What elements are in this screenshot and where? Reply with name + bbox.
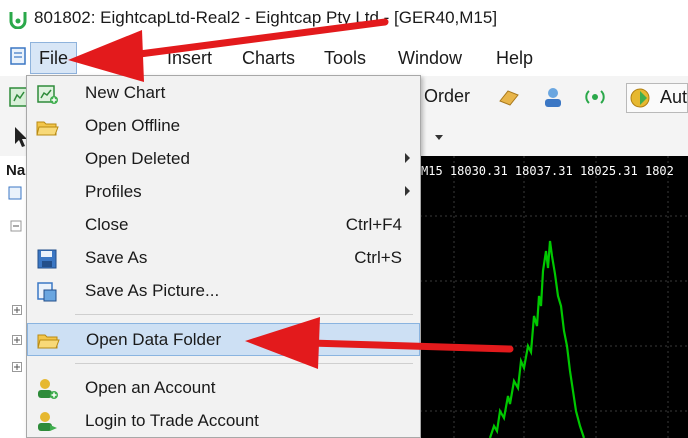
menu-item-save-as-picture[interactable]: Save As Picture... xyxy=(27,275,420,308)
account-icon[interactable] xyxy=(540,85,566,109)
tree-node-icon[interactable] xyxy=(8,186,22,200)
menu-item-label: Save As xyxy=(85,248,148,267)
navigator-label: Na xyxy=(6,162,26,179)
menu-item-shortcut: Ctrl+F4 xyxy=(345,215,402,234)
menu-item-label: Open Deleted xyxy=(85,149,190,168)
menu-item-save-as[interactable]: Save As Ctrl+S xyxy=(27,242,420,275)
file-menu-dropdown: New Chart Open Offline Open Deleted Prof… xyxy=(26,75,421,438)
menu-bar: File Insert Charts Tools Window Help xyxy=(0,41,688,75)
menu-window[interactable]: Window xyxy=(398,48,462,69)
price-chart[interactable] xyxy=(420,156,688,438)
login-icon xyxy=(38,412,57,431)
menu-item-login-trade-account[interactable]: Login to Trade Account xyxy=(27,405,420,438)
tree-expand-icon[interactable] xyxy=(12,362,22,372)
menu-item-label: Save As Picture... xyxy=(85,281,220,300)
gold-icon[interactable] xyxy=(496,85,522,109)
save-picture-icon xyxy=(37,282,57,302)
menu-item-label: Close xyxy=(85,215,129,234)
menu-item-profiles[interactable]: Profiles xyxy=(27,176,420,209)
menu-item-open-account[interactable]: Open an Account xyxy=(27,372,420,405)
new-chart-icon xyxy=(37,85,58,104)
chart-ohlc-header: M15 18030.31 18037.31 18025.31 1802 xyxy=(421,164,674,178)
menu-separator xyxy=(75,314,413,315)
menu-insert[interactable]: Insert xyxy=(167,48,212,69)
menu-tools[interactable]: Tools xyxy=(324,48,366,69)
save-icon xyxy=(37,249,57,269)
menu-item-open-offline[interactable]: Open Offline xyxy=(27,110,420,143)
price-line xyxy=(488,240,586,438)
tree-expand-icon[interactable] xyxy=(12,335,22,345)
menu-item-label: Open an Account xyxy=(85,378,216,397)
menu-help[interactable]: Help xyxy=(496,48,533,69)
tree-expand-icon[interactable] xyxy=(10,220,22,232)
chart-canvas xyxy=(420,156,688,438)
document-icon xyxy=(10,47,26,65)
auto-trading-icon xyxy=(630,88,650,108)
tree-expand-icon[interactable] xyxy=(12,305,22,315)
menu-item-shortcut: Ctrl+S xyxy=(354,248,402,267)
auto-trading-label: Aut xyxy=(660,87,688,107)
menu-item-label: Open Data Folder xyxy=(86,330,222,349)
menu-item-label: New Chart xyxy=(85,83,166,102)
menu-item-new-chart[interactable]: New Chart xyxy=(27,77,420,110)
folder-icon xyxy=(37,334,60,349)
menu-item-label: Login to Trade Account xyxy=(85,411,259,430)
chevron-down-icon[interactable] xyxy=(430,124,448,150)
signal-icon[interactable] xyxy=(582,85,608,109)
submenu-arrow-icon xyxy=(405,153,410,163)
menu-item-label: Open Offline xyxy=(85,116,181,135)
menu-item-open-data-folder[interactable]: Open Data Folder xyxy=(27,323,420,356)
menu-item-label: Profiles xyxy=(85,182,142,201)
menu-file[interactable]: File xyxy=(30,42,78,74)
window-title: 801802: EightcapLtd-Real2 - Eightcap Pty… xyxy=(34,8,498,27)
app-icon xyxy=(9,12,27,29)
menu-item-close[interactable]: Close Ctrl+F4 xyxy=(27,209,420,242)
user-add-icon xyxy=(38,379,58,399)
menu-charts[interactable]: Charts xyxy=(242,48,295,69)
menu-separator xyxy=(75,363,413,364)
menu-item-open-deleted[interactable]: Open Deleted xyxy=(27,143,420,176)
submenu-arrow-icon xyxy=(405,186,410,196)
open-offline-icon xyxy=(36,121,59,136)
